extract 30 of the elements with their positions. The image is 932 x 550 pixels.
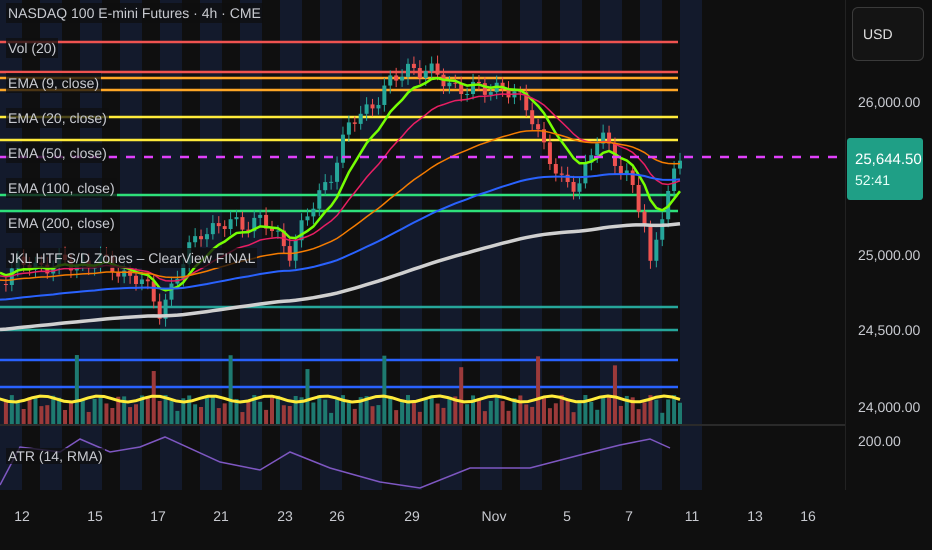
time-tick: 23 [277,508,293,524]
indicator-label: EMA (50, close) [6,143,109,163]
atr-tick: 200.00 [858,433,901,449]
last-price: 25,644.50 [855,150,923,168]
time-tick: 29 [404,508,420,524]
indicator-label: JKL HTF S/D Zones – ClearView FINAL [6,248,258,268]
indicator-label: EMA (20, close) [6,108,109,128]
time-tick: 7 [625,508,633,524]
time-tick: 13 [747,508,763,524]
currency-button[interactable]: USD [852,7,924,61]
price-tick: 25,000.00 [858,247,920,263]
price-tick: 24,000.00 [858,399,920,415]
indicator-label: EMA (9, close) [6,73,102,93]
time-tick: 21 [213,508,229,524]
time-tick: 11 [684,508,700,524]
bar-countdown: 52:41 [855,172,892,188]
time-tick: 15 [87,508,103,524]
time-tick: 17 [150,508,166,524]
indicator-label: Vol (20) [6,38,58,58]
symbol-title: NASDAQ 100 E-mini Futures · 4h · CME [6,3,263,23]
time-tick: Nov [482,508,506,524]
indicator-label: ATR (14, RMA) [6,448,105,464]
time-tick: 16 [800,508,816,524]
time-tick: 5 [563,508,571,524]
price-tick: 24,500.00 [858,322,920,338]
indicator-label: EMA (100, close) [6,178,117,198]
time-tick: 12 [14,508,30,524]
price-tick: 26,000.00 [858,94,920,110]
indicator-label: EMA (200, close) [6,213,117,233]
time-tick: 26 [329,508,345,524]
